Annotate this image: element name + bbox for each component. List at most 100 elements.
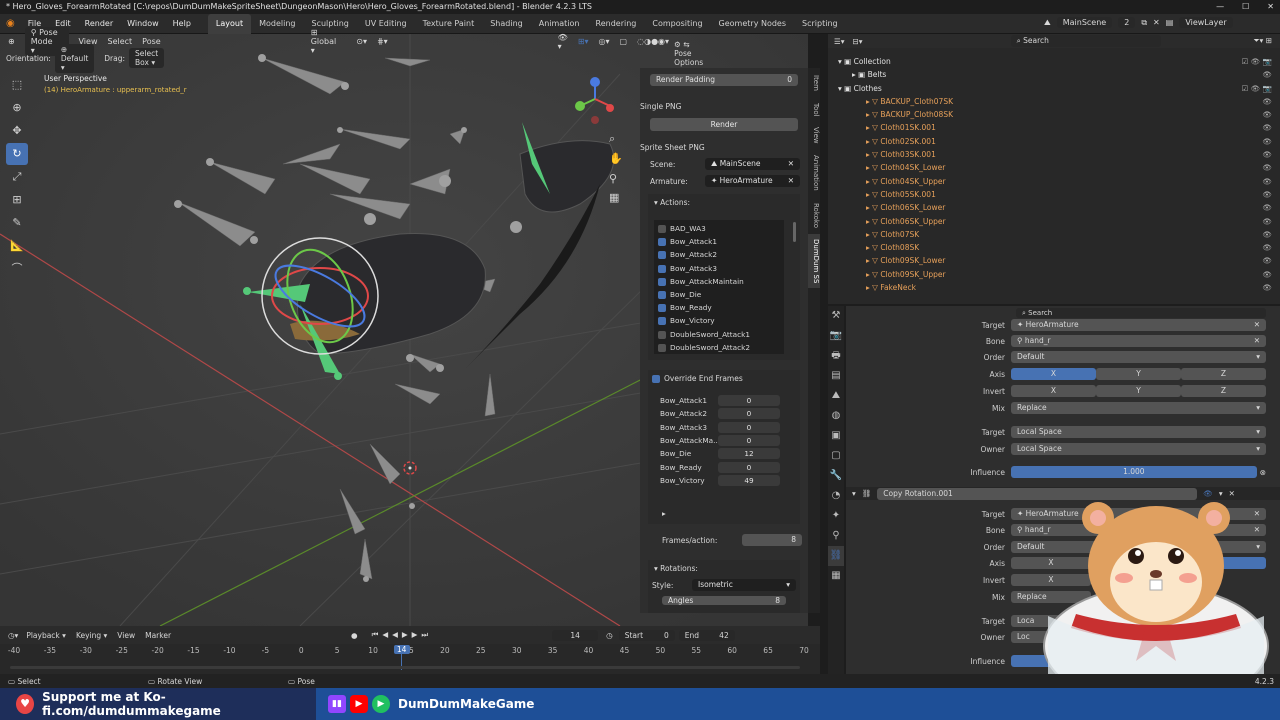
texture-tab-icon[interactable]: ▦ bbox=[828, 566, 844, 586]
menu-timeline-view[interactable]: View bbox=[117, 631, 135, 640]
tab-scripting[interactable]: Scripting bbox=[794, 14, 846, 34]
visibility-toggle-icon[interactable]: 👁 bbox=[1262, 228, 1272, 241]
end-frame-value[interactable]: 0 bbox=[718, 395, 780, 407]
visibility-toggle-icon[interactable]: 👁 bbox=[1262, 188, 1272, 201]
action-item[interactable]: Bow_Attack3 bbox=[654, 262, 784, 275]
world-tab-icon[interactable]: ◍ bbox=[828, 406, 844, 426]
action-checkbox[interactable] bbox=[658, 290, 666, 299]
c1-owner-space-dropdown[interactable]: Local Space ▾ bbox=[1011, 443, 1266, 455]
action-checkbox[interactable] bbox=[658, 225, 666, 233]
outliner-item[interactable]: ▸ ▽ Cloth03SK.001 👁 bbox=[828, 148, 1280, 161]
shading-icons[interactable]: ◌◑●◉▾ bbox=[637, 37, 669, 46]
visibility-toggle-icon[interactable]: 👁 bbox=[1262, 95, 1272, 108]
action-item[interactable]: Bow_Victory bbox=[654, 314, 784, 327]
output-tab-icon[interactable]: 🖶 bbox=[828, 346, 844, 366]
outliner-item[interactable]: ▸ ▽ Cloth07SK 👁 bbox=[828, 228, 1280, 241]
annotate-tool-icon[interactable]: ✎ bbox=[6, 212, 28, 234]
view-layer-tab-icon[interactable]: ▤ bbox=[828, 366, 844, 386]
relax-tool-icon[interactable]: ⌒ bbox=[6, 258, 28, 280]
visibility-toggle-icon[interactable]: 👁 bbox=[1262, 108, 1272, 121]
visibility-toggle-icon[interactable]: 👁 bbox=[1262, 161, 1272, 174]
visibility-toggle-icon[interactable]: 👁 bbox=[1262, 254, 1272, 267]
view-layer-selector[interactable]: ViewLayer bbox=[1179, 17, 1233, 28]
close-icon[interactable]: ✕ bbox=[1267, 0, 1274, 14]
c1-influence-slider[interactable]: 1.000 bbox=[1011, 466, 1257, 478]
bone-tab-icon[interactable]: ⚲ bbox=[828, 526, 844, 546]
maximize-icon[interactable]: ☐ bbox=[1242, 0, 1249, 14]
scene-field[interactable]: ⛰ MainScene ✕ bbox=[705, 158, 800, 170]
menu-help[interactable]: Help bbox=[166, 14, 198, 34]
action-checkbox[interactable] bbox=[658, 238, 666, 247]
armature-field[interactable]: ✦ HeroArmature ✕ bbox=[705, 175, 800, 187]
pivot-icon[interactable]: ⊙▾ bbox=[356, 37, 367, 46]
action-checkbox[interactable] bbox=[658, 304, 666, 313]
override-end-frames-checkbox[interactable]: Override End Frames bbox=[648, 370, 800, 387]
object-data-tab-icon[interactable]: ✦ bbox=[828, 506, 844, 526]
visibility-toggle-icon[interactable]: 👁 bbox=[1262, 201, 1272, 214]
outliner-item[interactable]: ▸ ▽ Cloth04SK_Upper 👁 bbox=[828, 175, 1280, 188]
snap-icon[interactable]: ⋕▾ bbox=[377, 37, 388, 46]
editor-type-icon[interactable]: ⊕ bbox=[8, 37, 15, 46]
outliner-item[interactable]: ▸ ▽ Cloth02SK.001 👁 bbox=[828, 135, 1280, 148]
record-icon[interactable]: ● bbox=[351, 631, 358, 640]
menu-render[interactable]: Render bbox=[78, 14, 120, 34]
tab-view[interactable]: View bbox=[808, 122, 820, 148]
scene-selector[interactable]: MainScene bbox=[1056, 17, 1113, 28]
c1-bone-field[interactable]: ⚲ hand_r ✕ bbox=[1011, 335, 1266, 347]
tab-compositing[interactable]: Compositing bbox=[644, 14, 710, 34]
playback-controls[interactable]: ⏮◀◀▶▶⏭ bbox=[372, 630, 433, 640]
visibility-toggle-icon[interactable]: 👁 bbox=[1262, 121, 1272, 134]
collection-tab-icon[interactable]: ▣ bbox=[828, 426, 844, 446]
scene-tab-icon[interactable]: ⛰ bbox=[828, 386, 844, 406]
properties-search-input[interactable]: ⌕ Search bbox=[1016, 308, 1266, 318]
expand-arrow-icon[interactable]: ▸ bbox=[662, 509, 666, 518]
outliner-search-input[interactable]: ⌕ Search bbox=[1010, 35, 1161, 47]
transform-tool-icon[interactable]: ⊞ bbox=[6, 189, 28, 211]
visibility-toggle-icon[interactable]: 👁 bbox=[1262, 175, 1272, 188]
c2-collapse-icon[interactable]: ▾ bbox=[852, 489, 856, 498]
outliner-item[interactable]: ▸ ▽ Cloth09SK_Upper 👁 bbox=[828, 268, 1280, 281]
visibility-toggle-icon[interactable]: 👁 bbox=[1262, 241, 1272, 254]
menu-keying[interactable]: Keying ▾ bbox=[76, 631, 107, 640]
frames-per-action-field[interactable]: 8 bbox=[742, 534, 802, 546]
action-item[interactable]: DoubleSword_Attack2 bbox=[654, 341, 784, 354]
action-checkbox[interactable] bbox=[658, 317, 666, 326]
tab-tool[interactable]: Tool bbox=[808, 98, 820, 122]
outliner-item[interactable]: ▸ ▽ Cloth06SK_Lower 👁 bbox=[828, 201, 1280, 214]
cursor-tool-icon[interactable]: ⊕ bbox=[6, 97, 28, 119]
current-frame-field[interactable]: 14 bbox=[552, 629, 599, 641]
actions-scrollbar[interactable] bbox=[793, 222, 796, 242]
c1-axis-z-toggle[interactable]: Z bbox=[1181, 368, 1266, 380]
physics-tab-icon[interactable]: ◔ bbox=[828, 486, 844, 506]
overlay-icon[interactable]: ◎▾ bbox=[599, 37, 610, 46]
tab-item[interactable]: Item bbox=[808, 68, 820, 98]
visibility-toggle-icon[interactable]: ☑ 👁 📷 bbox=[1242, 55, 1272, 68]
action-checkbox[interactable] bbox=[658, 343, 666, 352]
visibility-toggle-icon[interactable]: 👁 bbox=[1262, 281, 1272, 294]
playhead[interactable]: 14 bbox=[393, 645, 410, 674]
disable-keep-icon[interactable]: ⊗ bbox=[1260, 468, 1266, 477]
c1-invert-x-toggle[interactable]: X bbox=[1011, 385, 1096, 397]
tool-tab-icon[interactable]: ⚒ bbox=[828, 306, 844, 326]
timeline-scrollbar[interactable] bbox=[10, 666, 800, 669]
measure-tool-icon[interactable]: 📐 bbox=[6, 235, 28, 257]
tab-texture-paint[interactable]: Texture Paint bbox=[415, 14, 483, 34]
outliner-tree[interactable]: ▾ ▣ Collection ☑ 👁 📷 ▸ ▣ Belts 👁 ▾ ▣ Clothes… bbox=[828, 55, 1280, 294]
modifier-tab-icon[interactable]: 🔧 bbox=[828, 466, 844, 486]
visibility-toggle-icon[interactable]: 👁 bbox=[1262, 135, 1272, 148]
end-frame-value[interactable]: 49 bbox=[718, 474, 780, 486]
move-tool-icon[interactable]: ✥ bbox=[6, 120, 28, 142]
action-item[interactable]: Bow_Attack1 bbox=[654, 235, 784, 248]
scale-tool-icon[interactable]: ⤢ bbox=[6, 166, 28, 188]
tab-geometry-nodes[interactable]: Geometry Nodes bbox=[711, 14, 794, 34]
end-frame-value[interactable]: 0 bbox=[718, 435, 780, 447]
c1-order-dropdown[interactable]: Default ▾ bbox=[1011, 351, 1266, 363]
style-dropdown[interactable]: Isometric ▾ bbox=[692, 579, 796, 591]
outliner-item[interactable]: ▸ ▽ Cloth09SK_Lower 👁 bbox=[828, 254, 1280, 267]
end-frame-value[interactable]: 0 bbox=[718, 421, 780, 433]
end-frame-value[interactable]: 0 bbox=[718, 461, 780, 473]
tab-shading[interactable]: Shading bbox=[482, 14, 531, 34]
c1-target-field[interactable]: ✦ HeroArmature ✕ bbox=[1011, 319, 1266, 331]
display-mode-icon[interactable]: ⊟▾ bbox=[853, 37, 863, 46]
action-item[interactable]: DoubleSword_Attack1 bbox=[654, 328, 784, 341]
